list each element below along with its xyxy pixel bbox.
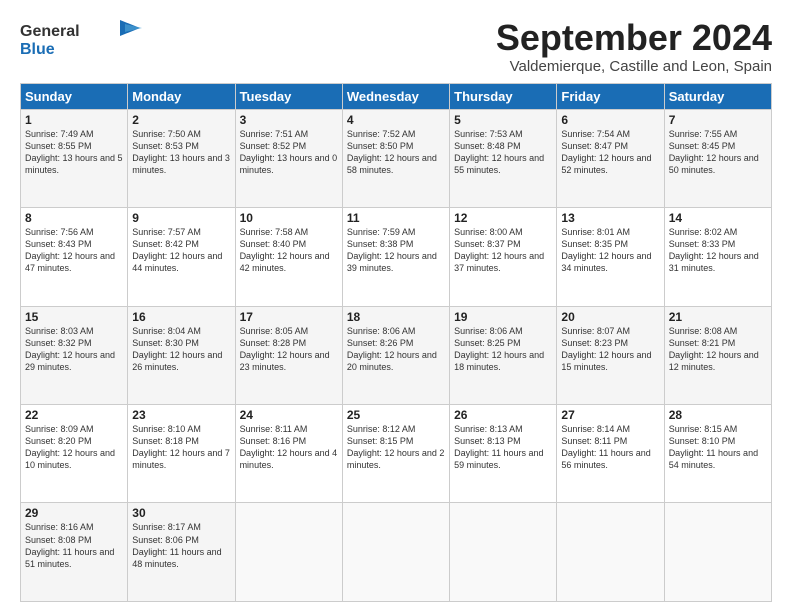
- day-info: Sunrise: 7:54 AMSunset: 8:47 PMDaylight:…: [561, 128, 659, 177]
- day-number: 7: [669, 113, 767, 127]
- month-title: September 2024: [496, 18, 772, 58]
- day-number: 27: [561, 408, 659, 422]
- day-info: Sunrise: 8:01 AMSunset: 8:35 PMDaylight:…: [561, 226, 659, 275]
- day-info: Sunrise: 8:13 AMSunset: 8:13 PMDaylight:…: [454, 423, 552, 472]
- day-number: 24: [240, 408, 338, 422]
- day-number: 3: [240, 113, 338, 127]
- header-tuesday: Tuesday: [235, 83, 342, 109]
- day-number: 5: [454, 113, 552, 127]
- calendar-header-row: Sunday Monday Tuesday Wednesday Thursday…: [21, 83, 772, 109]
- day-info: Sunrise: 7:52 AMSunset: 8:50 PMDaylight:…: [347, 128, 445, 177]
- svg-text:General: General: [20, 23, 80, 40]
- day-number: 19: [454, 310, 552, 324]
- day-info: Sunrise: 7:50 AMSunset: 8:53 PMDaylight:…: [132, 128, 230, 177]
- day-info: Sunrise: 7:49 AMSunset: 8:55 PMDaylight:…: [25, 128, 123, 177]
- day-info: Sunrise: 7:59 AMSunset: 8:38 PMDaylight:…: [347, 226, 445, 275]
- header-thursday: Thursday: [450, 83, 557, 109]
- day-number: 30: [132, 506, 230, 520]
- location: Valdemierque, Castille and Leon, Spain: [496, 58, 772, 75]
- day-number: 6: [561, 113, 659, 127]
- day-number: 2: [132, 113, 230, 127]
- header-friday: Friday: [557, 83, 664, 109]
- day-number: 16: [132, 310, 230, 324]
- day-number: 15: [25, 310, 123, 324]
- title-section: September 2024 Valdemierque, Castille an…: [496, 18, 772, 75]
- day-info: Sunrise: 8:14 AMSunset: 8:11 PMDaylight:…: [561, 423, 659, 472]
- day-number: 14: [669, 211, 767, 225]
- day-info: Sunrise: 8:16 AMSunset: 8:08 PMDaylight:…: [25, 521, 123, 570]
- day-info: Sunrise: 8:03 AMSunset: 8:32 PMDaylight:…: [25, 325, 123, 374]
- day-info: Sunrise: 8:07 AMSunset: 8:23 PMDaylight:…: [561, 325, 659, 374]
- day-number: 10: [240, 211, 338, 225]
- day-number: 9: [132, 211, 230, 225]
- day-info: Sunrise: 7:56 AMSunset: 8:43 PMDaylight:…: [25, 226, 123, 275]
- header-saturday: Saturday: [664, 83, 771, 109]
- day-number: 23: [132, 408, 230, 422]
- day-info: Sunrise: 7:57 AMSunset: 8:42 PMDaylight:…: [132, 226, 230, 275]
- day-number: 8: [25, 211, 123, 225]
- calendar-table: Sunday Monday Tuesday Wednesday Thursday…: [20, 83, 772, 602]
- day-number: 25: [347, 408, 445, 422]
- day-info: Sunrise: 8:15 AMSunset: 8:10 PMDaylight:…: [669, 423, 767, 472]
- day-info: Sunrise: 8:00 AMSunset: 8:37 PMDaylight:…: [454, 226, 552, 275]
- day-number: 1: [25, 113, 123, 127]
- day-info: Sunrise: 7:58 AMSunset: 8:40 PMDaylight:…: [240, 226, 338, 275]
- day-number: 11: [347, 211, 445, 225]
- day-number: 26: [454, 408, 552, 422]
- day-info: Sunrise: 8:12 AMSunset: 8:15 PMDaylight:…: [347, 423, 445, 472]
- header-sunday: Sunday: [21, 83, 128, 109]
- day-info: Sunrise: 8:10 AMSunset: 8:18 PMDaylight:…: [132, 423, 230, 472]
- svg-text:Blue: Blue: [20, 41, 55, 58]
- day-info: Sunrise: 7:51 AMSunset: 8:52 PMDaylight:…: [240, 128, 338, 177]
- header: General Blue September 2024 Valdemierque…: [20, 18, 772, 75]
- day-info: Sunrise: 7:55 AMSunset: 8:45 PMDaylight:…: [669, 128, 767, 177]
- day-info: Sunrise: 8:04 AMSunset: 8:30 PMDaylight:…: [132, 325, 230, 374]
- day-info: Sunrise: 8:05 AMSunset: 8:28 PMDaylight:…: [240, 325, 338, 374]
- day-number: 29: [25, 506, 123, 520]
- day-info: Sunrise: 8:11 AMSunset: 8:16 PMDaylight:…: [240, 423, 338, 472]
- day-number: 4: [347, 113, 445, 127]
- page: General Blue September 2024 Valdemierque…: [0, 0, 792, 612]
- day-number: 22: [25, 408, 123, 422]
- day-info: Sunrise: 7:53 AMSunset: 8:48 PMDaylight:…: [454, 128, 552, 177]
- day-number: 12: [454, 211, 552, 225]
- day-number: 20: [561, 310, 659, 324]
- day-info: Sunrise: 8:08 AMSunset: 8:21 PMDaylight:…: [669, 325, 767, 374]
- day-number: 18: [347, 310, 445, 324]
- day-number: 28: [669, 408, 767, 422]
- logo: General Blue: [20, 18, 152, 65]
- day-info: Sunrise: 8:06 AMSunset: 8:26 PMDaylight:…: [347, 325, 445, 374]
- day-number: 21: [669, 310, 767, 324]
- day-number: 13: [561, 211, 659, 225]
- day-number: 17: [240, 310, 338, 324]
- day-info: Sunrise: 8:06 AMSunset: 8:25 PMDaylight:…: [454, 325, 552, 374]
- header-wednesday: Wednesday: [342, 83, 449, 109]
- header-monday: Monday: [128, 83, 235, 109]
- day-info: Sunrise: 8:02 AMSunset: 8:33 PMDaylight:…: [669, 226, 767, 275]
- day-info: Sunrise: 8:17 AMSunset: 8:06 PMDaylight:…: [132, 521, 230, 570]
- day-info: Sunrise: 8:09 AMSunset: 8:20 PMDaylight:…: [25, 423, 123, 472]
